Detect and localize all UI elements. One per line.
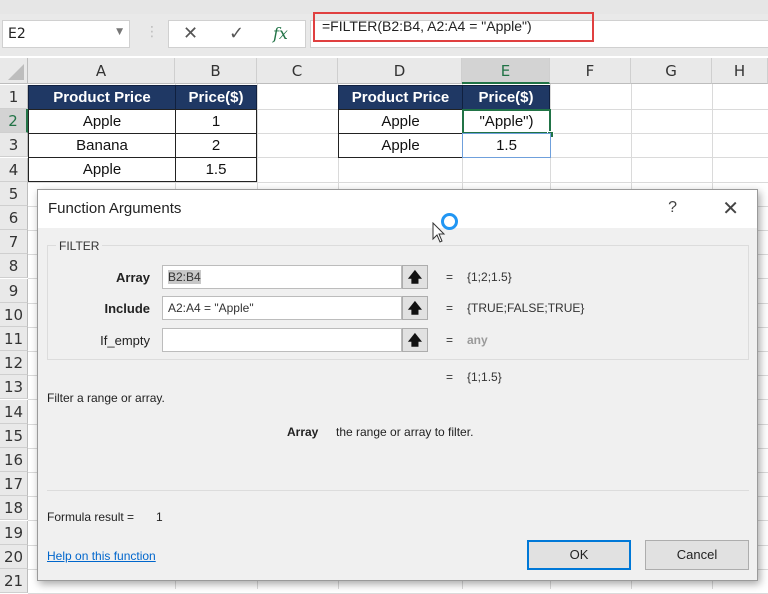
- array-input-value: B2:B4: [168, 270, 201, 284]
- ok-button[interactable]: OK: [527, 540, 631, 570]
- row-header-7[interactable]: 7: [0, 230, 28, 255]
- column-header-b[interactable]: B: [175, 58, 257, 84]
- header-cell-d1[interactable]: Product Price: [338, 85, 463, 110]
- help-link[interactable]: Help on this function: [47, 549, 156, 563]
- cell-a3[interactable]: Banana: [28, 133, 176, 158]
- equals-sign: =: [446, 270, 454, 284]
- cell-d2[interactable]: Apple: [338, 109, 463, 134]
- drag-handle-icon[interactable]: ⋮: [145, 24, 159, 40]
- row-header-13[interactable]: 13: [0, 375, 28, 400]
- cell-a4[interactable]: Apple: [28, 157, 176, 182]
- close-icon[interactable]: ✕: [722, 196, 739, 221]
- column-header-g[interactable]: G: [631, 58, 712, 84]
- arg-help-name: Array: [287, 425, 319, 439]
- formula-buttons: ✕ ✓ fx: [168, 20, 306, 48]
- row-header-18[interactable]: 18: [0, 496, 28, 521]
- collapse-dialog-icon[interactable]: 🡅: [402, 296, 428, 320]
- row-header-14[interactable]: 14: [0, 399, 28, 424]
- row-header-3[interactable]: 3: [0, 133, 28, 158]
- row-header-4[interactable]: 4: [0, 157, 28, 182]
- header-cell-a1[interactable]: Product Price: [28, 85, 176, 110]
- include-input[interactable]: A2:A4 = "Apple": [162, 296, 402, 320]
- if-empty-input[interactable]: [162, 328, 402, 352]
- cell-b2[interactable]: 1: [175, 109, 257, 134]
- row-header-16[interactable]: 16: [0, 448, 28, 472]
- function-description: Filter a range or array.: [47, 391, 165, 405]
- column-header-f[interactable]: F: [550, 58, 631, 84]
- include-result: {TRUE;FALSE;TRUE}: [467, 301, 585, 315]
- busy-indicator-icon: [441, 213, 458, 230]
- cancel-icon[interactable]: ✕: [183, 23, 198, 44]
- if-empty-result: any: [467, 333, 488, 347]
- function-arguments-dialog: Function Arguments ? ✕ FILTER Array B2:B…: [37, 189, 758, 581]
- row-header-2[interactable]: 2: [0, 109, 28, 134]
- collapse-dialog-icon[interactable]: 🡅: [402, 328, 428, 352]
- array-result: {1;2;1.5}: [467, 270, 512, 284]
- divider: [47, 490, 749, 491]
- cell-e3[interactable]: 1.5: [462, 133, 551, 158]
- function-name-label: FILTER: [56, 239, 103, 253]
- row-header-8[interactable]: 8: [0, 254, 28, 279]
- dialog-title: Function Arguments: [48, 200, 182, 217]
- overall-result: {1;1.5}: [467, 370, 502, 384]
- row-header-11[interactable]: 11: [0, 327, 28, 351]
- arg-help-text: the range or array to filter.: [336, 425, 474, 439]
- insert-function-icon[interactable]: fx: [273, 24, 288, 43]
- select-all-button[interactable]: [0, 58, 28, 84]
- formula-result-value: 1: [156, 510, 163, 524]
- name-box[interactable]: E2 ▼: [2, 20, 130, 48]
- row-header-10[interactable]: 10: [0, 302, 28, 327]
- equals-sign: =: [446, 333, 454, 347]
- cell-b4[interactable]: 1.5: [175, 157, 257, 182]
- column-header-h[interactable]: H: [712, 58, 768, 84]
- formula-result-label: Formula result =: [47, 510, 135, 524]
- dialog-titlebar[interactable]: Function Arguments ? ✕: [38, 190, 757, 228]
- row-header-6[interactable]: 6: [0, 206, 28, 230]
- arg-label-include: Include: [104, 301, 150, 316]
- row-header-17[interactable]: 17: [0, 472, 28, 497]
- cell-d3[interactable]: Apple: [338, 133, 463, 158]
- row-header-20[interactable]: 20: [0, 544, 28, 569]
- row-header-5[interactable]: 5: [0, 181, 28, 206]
- row-header-21[interactable]: 21: [0, 569, 28, 593]
- equals-sign: =: [446, 301, 454, 315]
- check-icon[interactable]: ✓: [229, 23, 244, 44]
- arg-label-array: Array: [116, 270, 150, 285]
- chevron-down-icon[interactable]: ▼: [116, 27, 123, 37]
- column-header-d[interactable]: D: [338, 58, 462, 84]
- cell-e2-active[interactable]: "Apple"): [462, 109, 551, 134]
- header-cell-b1[interactable]: Price($): [175, 85, 257, 110]
- row-header-1[interactable]: 1: [0, 85, 28, 109]
- equals-sign: =: [446, 370, 454, 384]
- help-icon[interactable]: ?: [668, 199, 677, 217]
- formula-text[interactable]: =FILTER(B2:B4, A2:A4 = "Apple"): [322, 18, 532, 34]
- header-cell-e1[interactable]: Price($): [462, 85, 550, 110]
- arg-label-if-empty: If_empty: [100, 333, 150, 348]
- cancel-button[interactable]: Cancel: [645, 540, 749, 570]
- row-header-19[interactable]: 19: [0, 520, 28, 545]
- row-header-12[interactable]: 12: [0, 351, 28, 376]
- cell-a2[interactable]: Apple: [28, 109, 176, 134]
- array-input[interactable]: B2:B4: [162, 265, 402, 289]
- row-header-15[interactable]: 15: [0, 423, 28, 448]
- column-header-c[interactable]: C: [257, 58, 338, 84]
- column-header-a[interactable]: A: [28, 58, 175, 84]
- row-header-9[interactable]: 9: [0, 278, 28, 303]
- cell-b3[interactable]: 2: [175, 133, 257, 158]
- column-header-e[interactable]: E: [462, 58, 550, 84]
- collapse-dialog-icon[interactable]: 🡅: [402, 265, 428, 289]
- name-box-value: E2: [8, 26, 26, 42]
